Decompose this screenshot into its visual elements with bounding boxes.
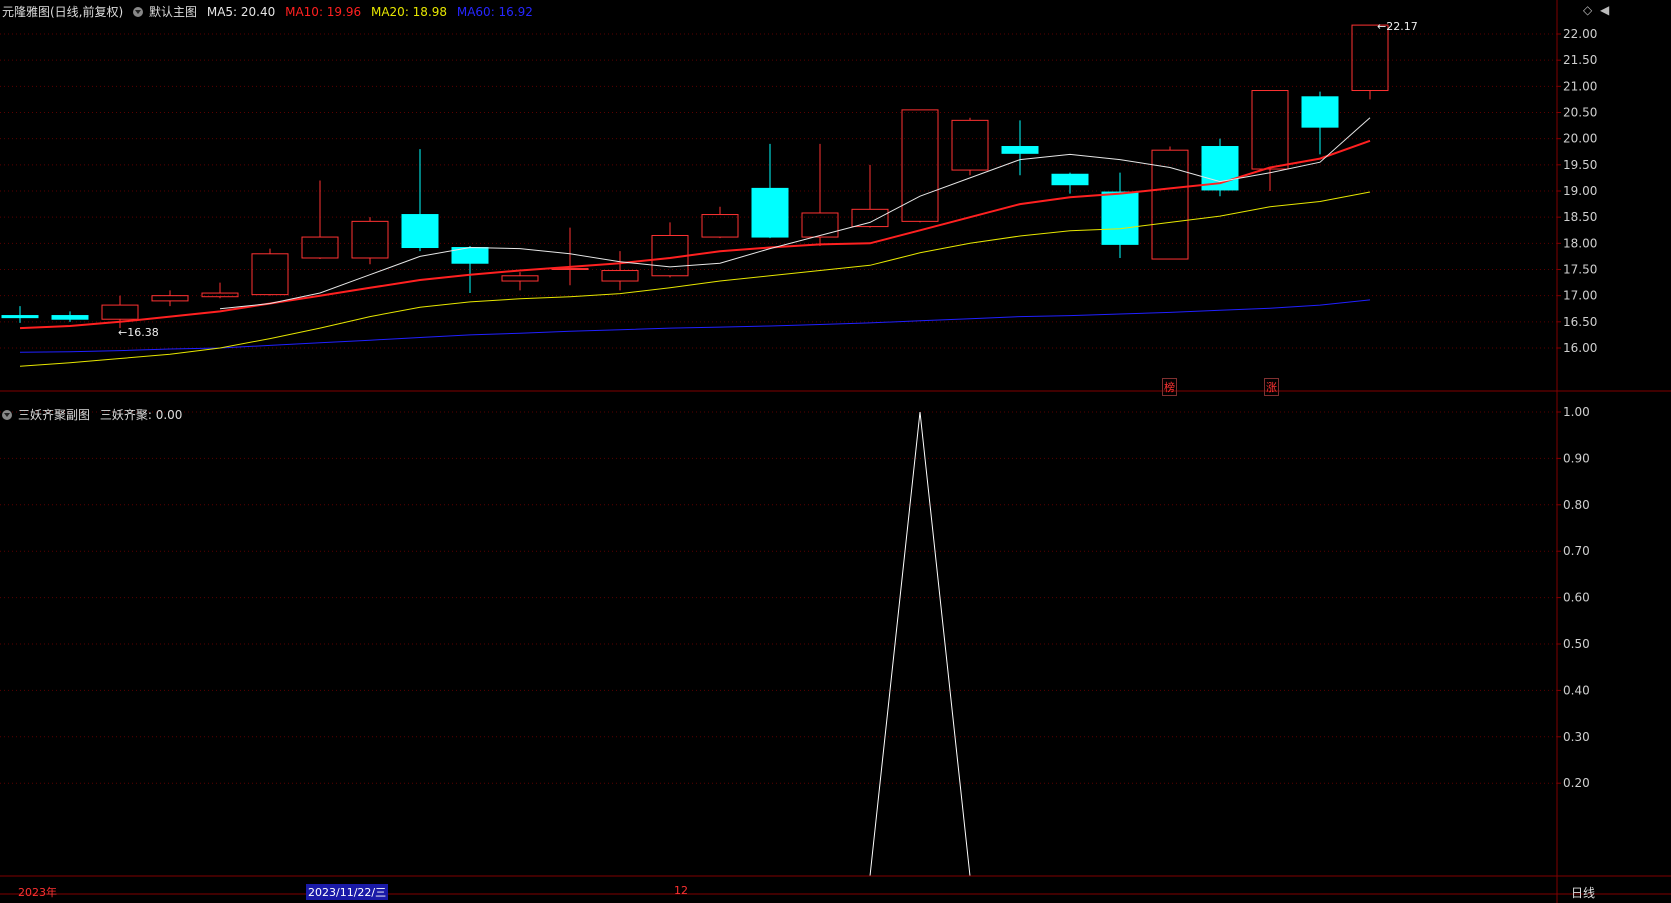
candle-body bbox=[751, 187, 789, 238]
sub-chart-dropdown-icon[interactable] bbox=[2, 410, 12, 420]
main-tick-label: 18.50 bbox=[1563, 210, 1597, 224]
candle-body bbox=[1101, 191, 1139, 245]
candle-down bbox=[1, 306, 39, 323]
sanyao-line bbox=[20, 411, 1370, 877]
candle-down bbox=[451, 245, 489, 294]
candle-up bbox=[801, 143, 839, 246]
sub-tick-label: 0.70 bbox=[1563, 544, 1590, 558]
sub-tick-label: 0.60 bbox=[1563, 591, 1590, 605]
candle-down bbox=[1051, 172, 1089, 194]
sub-tick-label: 0.30 bbox=[1563, 730, 1590, 744]
candle-down bbox=[1301, 91, 1339, 155]
candle-body bbox=[951, 119, 989, 171]
candle-body bbox=[151, 295, 189, 302]
candle-body bbox=[351, 220, 389, 259]
sub-tick-label: 0.20 bbox=[1563, 776, 1590, 790]
sub-chart-value: 三妖齐聚: 0.00 bbox=[99, 408, 183, 422]
candle-up bbox=[151, 290, 189, 307]
ma20-line bbox=[19, 191, 1371, 367]
candle-up bbox=[1251, 90, 1289, 191]
candle-up bbox=[551, 227, 589, 286]
ma60-line bbox=[19, 299, 1371, 353]
main-tick-label: 19.50 bbox=[1563, 158, 1597, 172]
high-price-label: ←22.17 bbox=[1377, 20, 1418, 33]
candle-down bbox=[751, 143, 789, 239]
candle-up bbox=[501, 272, 539, 291]
main-tick-label: 19.00 bbox=[1563, 184, 1597, 198]
main-tick-label: 20.50 bbox=[1563, 106, 1597, 120]
ma20-value: MA20: 18.98 bbox=[370, 5, 448, 19]
candle-body bbox=[101, 304, 139, 320]
candle-up bbox=[301, 180, 339, 260]
sub-tick-label: 0.40 bbox=[1563, 683, 1590, 697]
ma10-value: MA10: 19.96 bbox=[285, 5, 362, 19]
main-tick-label: 17.00 bbox=[1563, 289, 1597, 303]
candle-body bbox=[1051, 173, 1089, 186]
stock-title[interactable]: 元隆雅图(日线,前复权) bbox=[2, 5, 123, 19]
main-chart-header: 元隆雅图(日线,前复权) 默认主图 MA5: 20.40 MA10: 19.96… bbox=[2, 4, 539, 20]
candle-body bbox=[1251, 90, 1289, 170]
candle-up bbox=[651, 222, 689, 278]
template-dropdown-icon[interactable] bbox=[133, 7, 144, 17]
candle-up bbox=[701, 206, 739, 239]
candle-body bbox=[51, 315, 89, 320]
sub-chart-title[interactable]: 三妖齐聚副图 bbox=[18, 408, 90, 422]
rank-marker[interactable]: 榜 bbox=[1162, 378, 1177, 396]
candle-up bbox=[1151, 146, 1189, 260]
candle-body bbox=[501, 275, 539, 282]
candle-body bbox=[801, 212, 839, 238]
ma10-line bbox=[19, 139, 1371, 330]
sub-tick-label: 0.90 bbox=[1563, 451, 1590, 465]
candle-body bbox=[601, 270, 639, 282]
candle-body bbox=[1151, 149, 1189, 260]
candle-down bbox=[51, 311, 89, 322]
low-price-label: ←16.38 bbox=[118, 326, 159, 339]
main-tick-label: 21.50 bbox=[1563, 53, 1597, 67]
main-tick-label: 18.00 bbox=[1563, 236, 1597, 250]
diamond-icon[interactable]: ◇ bbox=[1583, 3, 1592, 17]
main-tick-label: 16.00 bbox=[1563, 341, 1597, 355]
ma60-value: MA60: 16.92 bbox=[456, 5, 533, 19]
main-tick-label: 20.00 bbox=[1563, 132, 1597, 146]
period-button[interactable]: 日线 bbox=[1571, 884, 1595, 901]
candle-body bbox=[851, 208, 889, 228]
candle-body bbox=[301, 236, 339, 259]
ma5-line bbox=[219, 117, 1371, 310]
candle-up bbox=[951, 117, 989, 176]
sub-tick-label: 0.80 bbox=[1563, 498, 1590, 512]
candle-up bbox=[351, 217, 389, 265]
main-tick-label: 16.50 bbox=[1563, 315, 1597, 329]
candle-down bbox=[1201, 138, 1239, 197]
candle-body bbox=[1, 315, 39, 319]
candle-up bbox=[851, 164, 889, 228]
candle-body bbox=[401, 214, 439, 249]
template-name[interactable]: 默认主图 bbox=[149, 5, 197, 19]
year-label: 2023年 bbox=[18, 886, 57, 899]
sub-tick-label: 1.00 bbox=[1563, 405, 1590, 419]
limit-up-marker[interactable]: 涨 bbox=[1264, 378, 1279, 396]
month-label: 12 bbox=[674, 884, 688, 897]
chart-canvas[interactable]: 22.00 21.50 21.00 20.50 20.00 19.50 19.00 18.50… bbox=[0, 0, 1671, 903]
candle-body bbox=[251, 253, 289, 296]
ma5-value: MA5: 20.40 bbox=[206, 5, 276, 19]
sub-chart-header: 三妖齐聚副图 三妖齐聚: 0.00 bbox=[2, 407, 188, 423]
candle-body bbox=[1351, 24, 1389, 92]
candle-up bbox=[1351, 24, 1389, 100]
main-tick-label: 22.00 bbox=[1563, 27, 1597, 41]
candle-body bbox=[1001, 146, 1039, 154]
candle-body bbox=[1301, 96, 1339, 128]
candle-body bbox=[901, 109, 939, 222]
candle-body bbox=[701, 214, 739, 238]
candle-down bbox=[1001, 120, 1039, 176]
sub-tick-label: 0.50 bbox=[1563, 637, 1590, 651]
main-tick-label: 21.00 bbox=[1563, 79, 1597, 93]
candle-up bbox=[251, 248, 289, 296]
candle-up bbox=[601, 251, 639, 291]
main-tick-label: 17.50 bbox=[1563, 263, 1597, 277]
collapse-icon[interactable]: ◀ bbox=[1600, 3, 1609, 17]
cursor-date-label: 2023/11/22/三 bbox=[306, 884, 389, 900]
candle-up bbox=[901, 109, 939, 223]
candle-down bbox=[1101, 172, 1139, 258]
